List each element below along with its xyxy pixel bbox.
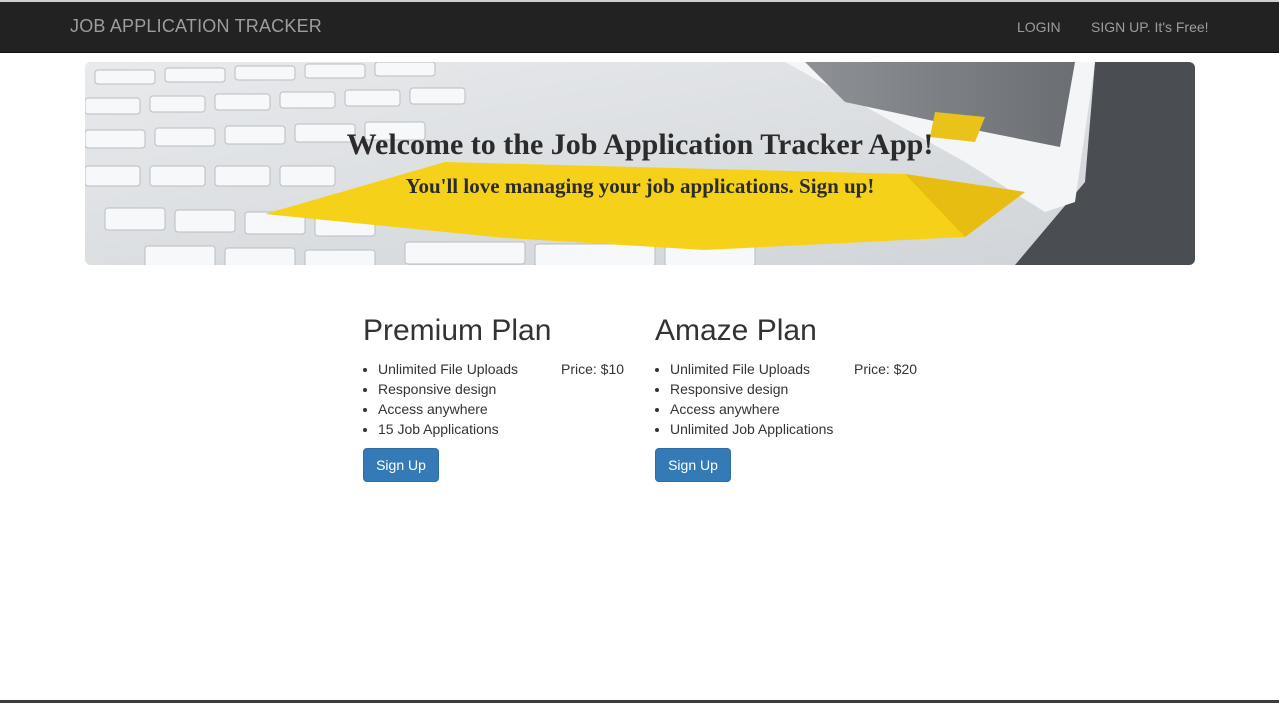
brand-link[interactable]: JOB APPLICATION TRACKER [70, 16, 322, 37]
plan-title: Amaze Plan [655, 314, 817, 347]
plan-feature: Unlimited File Uploads [378, 359, 518, 379]
top-navbar: JOB APPLICATION TRACKER LOGIN SIGN UP. I… [0, 0, 1279, 53]
plan-price: Price: $10 [561, 361, 625, 377]
hero-subtitle: You'll love managing your job applicatio… [405, 174, 875, 198]
hero-jumbotron: Welcome to the Job Application Tracker A… [85, 62, 1195, 265]
plan-card-amaze: Amaze Plan Unlimited File Uploads Respon… [655, 312, 935, 482]
premium-signup-button[interactable]: Sign Up [363, 448, 439, 482]
plan-feature: Unlimited File Uploads [670, 359, 833, 379]
nav-login-link[interactable]: LOGIN [1017, 19, 1061, 35]
plan-feature: Responsive design [670, 379, 833, 399]
plan-feature: Access anywhere [378, 399, 518, 419]
plan-feature: Responsive design [378, 379, 518, 399]
plan-feature: Access anywhere [670, 399, 833, 419]
hero-title: Welcome to the Job Application Tracker A… [346, 128, 934, 161]
hero-laptop-image [85, 62, 1195, 265]
amaze-signup-button[interactable]: Sign Up [655, 448, 731, 482]
plan-card-premium: Premium Plan Unlimited File Uploads Resp… [363, 312, 643, 482]
plan-feature: 15 Job Applications [378, 419, 518, 439]
plan-feature: Unlimited Job Applications [670, 419, 833, 439]
nav-signup-link[interactable]: SIGN UP. It's Free! [1091, 19, 1209, 35]
plan-price: Price: $20 [854, 361, 918, 377]
plan-feature-list: Unlimited File Uploads Responsive design… [655, 359, 833, 439]
plan-title: Premium Plan [363, 314, 552, 347]
plan-feature-list: Unlimited File Uploads Responsive design… [363, 359, 518, 439]
